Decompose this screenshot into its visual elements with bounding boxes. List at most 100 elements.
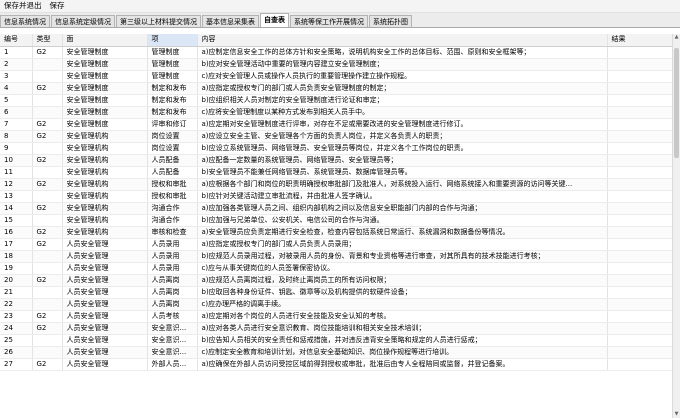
menu-bar: 保存并退出 保存 bbox=[0, 0, 680, 13]
table-row[interactable]: 4 G2 安全管理制度 制定和发布 a)应指定或授权专门的部门或人员负责安全管理制度的制… bbox=[0, 82, 673, 95]
tab-0[interactable]: 信息系统情况 bbox=[0, 15, 50, 27]
table-row[interactable]: 8 G2 安全管理机构 岗位设置 a)应设立安全主管、安全管理各个方面的负责人岗位，并定… bbox=[0, 130, 673, 143]
cell-aspect: 安全管理机构 bbox=[62, 178, 148, 191]
cell-result[interactable] bbox=[607, 238, 673, 251]
cell-type bbox=[32, 298, 63, 311]
cell-type bbox=[32, 166, 63, 179]
scroll-up-icon[interactable]: ▲ bbox=[673, 34, 680, 41]
tab-5[interactable]: 系统等保工作开展情况 bbox=[290, 15, 368, 27]
table-row[interactable]: 22 人员安全管理 人员离岗 c)应办理严格的调离手续。 bbox=[0, 298, 673, 311]
cell-aspect: 人员安全管理 bbox=[62, 346, 148, 359]
cell-result[interactable] bbox=[607, 250, 673, 263]
table-row[interactable]: 19 人员安全管理 人员录用 c)应与从事关键岗位的人员签署保密协议。 bbox=[0, 262, 673, 275]
table-row[interactable]: 14 G2 安全管理机构 沟通合作 a)应加强各类管理人员之间、组织内部机构之间以及信息… bbox=[0, 202, 673, 215]
cell-aspect: 安全管理机构 bbox=[62, 190, 148, 203]
cell-result[interactable] bbox=[607, 322, 673, 335]
cell-result[interactable] bbox=[607, 46, 673, 59]
table-row[interactable]: 15 安全管理机构 沟通合作 b)应加强与兄弟单位、公安机关、电信公司的合作与沟通。 bbox=[0, 214, 673, 227]
tab-1[interactable]: 信息系统定级情况 bbox=[51, 15, 115, 27]
cell-result[interactable] bbox=[607, 166, 673, 179]
cell-id: 18 bbox=[0, 250, 33, 263]
column-header-result[interactable]: 结果 bbox=[607, 34, 673, 47]
table-row[interactable]: 18 人员安全管理 人员录用 b)应规范人员录用过程，对被录用人员的身份、背景和专业资… bbox=[0, 250, 673, 263]
cell-result[interactable] bbox=[607, 274, 673, 287]
cell-type bbox=[32, 334, 63, 347]
cell-aspect: 安全管理制度 bbox=[62, 70, 148, 83]
cell-aspect: 安全管理机构 bbox=[62, 166, 148, 179]
column-header-id[interactable]: 编号 bbox=[0, 34, 33, 47]
table-row[interactable]: 12 G2 安全管理机构 授权和审批 a)应根据各个部门和岗位的职责明确授权审批部门及批… bbox=[0, 178, 673, 191]
table-row[interactable]: 21 人员安全管理 人员离岗 b)应取回各种身份证件、钥匙、徽章等以及机构提供的软硬件… bbox=[0, 286, 673, 299]
table-row[interactable]: 3 安全管理制度 管理制度 c)应对安全管理人员或操作人员执行的重要管理操作建立操作规… bbox=[0, 70, 673, 83]
cell-type: G2 bbox=[32, 226, 63, 239]
table-row[interactable]: 16 G2 安全管理机构 审核和检查 a)安全管理员应负责定期进行安全检查，检查内容包括… bbox=[0, 226, 673, 239]
table-row[interactable]: 9 安全管理机构 岗位设置 b)应设立系统管理员、网络管理员、安全管理员等岗位，并定义… bbox=[0, 142, 673, 155]
cell-result[interactable] bbox=[607, 286, 673, 299]
table-row[interactable]: 2 安全管理制度 管理制度 b)应对安全管理活动中重要的管理内容建立安全管理制度； bbox=[0, 58, 673, 71]
cell-result[interactable] bbox=[607, 214, 673, 227]
cell-result[interactable] bbox=[607, 118, 673, 131]
cell-item: 制定和发布 bbox=[147, 106, 198, 119]
column-header-content[interactable]: 内容 bbox=[197, 34, 608, 47]
cell-result[interactable] bbox=[607, 334, 673, 347]
cell-type bbox=[32, 58, 63, 71]
cell-content: a)应对各类人员进行安全意识教育、岗位技能培训和相关安全技术培训； bbox=[197, 322, 608, 335]
cell-aspect: 人员安全管理 bbox=[62, 298, 148, 311]
table-row[interactable]: 23 G2 人员安全管理 人员考核 a)应定期对各个岗位的人员进行安全技能及安全认知的考… bbox=[0, 310, 673, 323]
cell-result[interactable] bbox=[607, 262, 673, 275]
table-row[interactable]: 6 安全管理制度 制定和发布 c)应将安全管理制度以某种方式发布到相关人员手中。 bbox=[0, 106, 673, 119]
cell-result[interactable] bbox=[607, 94, 673, 107]
table-row[interactable]: 17 G2 人员安全管理 人员录用 a)应指定或授权专门的部门或人员负责人员录用； bbox=[0, 238, 673, 251]
vertical-scrollbar[interactable]: ▲ ▼ bbox=[672, 34, 680, 418]
cell-aspect: 人员安全管理 bbox=[62, 322, 148, 335]
cell-result[interactable] bbox=[607, 358, 673, 371]
cell-result[interactable] bbox=[607, 178, 673, 191]
cell-result[interactable] bbox=[607, 106, 673, 119]
save-and-exit-menu-item[interactable]: 保存并退出 bbox=[0, 0, 46, 12]
cell-content: b)安全管理员不能兼任网络管理员、系统管理员、数据库管理员等。 bbox=[197, 166, 608, 179]
table-row[interactable]: 27 G2 人员安全管理 外部人员... a)应确保在外部人员访问受控区域前得到授权或审… bbox=[0, 358, 673, 371]
cell-item: 人员离岗 bbox=[147, 286, 198, 299]
table-row[interactable]: 24 G2 人员安全管理 安全意识... a)应对各类人员进行安全意识教育、岗位技能培训… bbox=[0, 322, 673, 335]
scrollbar-thumb[interactable] bbox=[674, 48, 679, 158]
cell-result[interactable] bbox=[607, 82, 673, 95]
cell-item: 岗位设置 bbox=[147, 130, 198, 143]
cell-type bbox=[32, 214, 63, 227]
tab-2[interactable]: 第三级以上材料提交情况 bbox=[116, 15, 201, 27]
tab-6[interactable]: 系统拓扑图 bbox=[369, 15, 412, 27]
cell-result[interactable] bbox=[607, 202, 673, 215]
cell-item: 人员离岗 bbox=[147, 298, 198, 311]
cell-result[interactable] bbox=[607, 142, 673, 155]
scroll-down-icon[interactable]: ▼ bbox=[673, 411, 680, 418]
table-row[interactable]: 7 G2 安全管理制度 评审和修订 a)应定期对安全管理制度进行评审，对存在不足或需要改… bbox=[0, 118, 673, 131]
cell-result[interactable] bbox=[607, 346, 673, 359]
table-row[interactable]: 20 G2 人员安全管理 人员离岗 a)应规范人员离岗过程，及时终止离岗员工的所有访问权… bbox=[0, 274, 673, 287]
table-row[interactable]: 1 G2 安全管理制度 管理制度 a)应制定信息安全工作的总体方针和安全策略，说明机构安… bbox=[0, 46, 673, 59]
table-row[interactable]: 11 安全管理机构 人员配备 b)安全管理员不能兼任网络管理员、系统管理员、数据库管理… bbox=[0, 166, 673, 179]
cell-item: 外部人员... bbox=[147, 358, 198, 371]
cell-result[interactable] bbox=[607, 130, 673, 143]
table-row[interactable]: 13 安全管理机构 授权和审批 b)应针对关键活动建立审批流程，并由批准人签字确认。 bbox=[0, 190, 673, 203]
table-row[interactable]: 10 G2 安全管理机构 人员配备 a)应配备一定数量的系统管理员、网络管理员、安全管理… bbox=[0, 154, 673, 167]
tab-3[interactable]: 基本信息采集表 bbox=[202, 15, 259, 27]
cell-content: b)应取回各种身份证件、钥匙、徽章等以及机构提供的软硬件设备； bbox=[197, 286, 608, 299]
cell-result[interactable] bbox=[607, 58, 673, 71]
cell-type: G2 bbox=[32, 178, 63, 191]
table-row[interactable]: 26 人员安全管理 安全意识... c)应制定安全教育和培训计划，对信息安全基础知识、… bbox=[0, 346, 673, 359]
cell-result[interactable] bbox=[607, 70, 673, 83]
save-menu-item[interactable]: 保存 bbox=[46, 0, 69, 12]
cell-result[interactable] bbox=[607, 226, 673, 239]
table-row[interactable]: 5 安全管理制度 制定和发布 b)应组织相关人员对制定的安全管理制度进行论证和审定； bbox=[0, 94, 673, 107]
column-header-item[interactable]: 项 bbox=[147, 34, 198, 47]
tab-4[interactable]: 自查表 bbox=[260, 13, 289, 27]
cell-content: c)应办理严格的调离手续。 bbox=[197, 298, 608, 311]
cell-result[interactable] bbox=[607, 154, 673, 167]
cell-content: b)应针对关键活动建立审批流程，并由批准人签字确认。 bbox=[197, 190, 608, 203]
cell-result[interactable] bbox=[607, 298, 673, 311]
cell-result[interactable] bbox=[607, 310, 673, 323]
column-header-type[interactable]: 类型 bbox=[32, 34, 63, 47]
column-header-aspect[interactable]: 面 bbox=[62, 34, 148, 47]
cell-result[interactable] bbox=[607, 190, 673, 203]
table-row[interactable]: 25 人员安全管理 安全意识... b)应告知人员相关的安全责任和惩戒措施，并对违反违… bbox=[0, 334, 673, 347]
cell-aspect: 人员安全管理 bbox=[62, 250, 148, 263]
